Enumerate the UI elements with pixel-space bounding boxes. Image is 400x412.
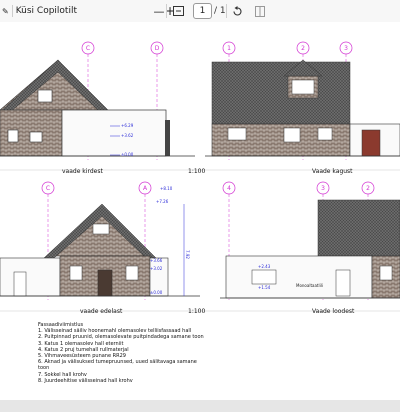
page-total: / 1 xyxy=(214,6,226,16)
axis-label: C xyxy=(46,185,50,192)
notes-item: 8. Juurdeehitise välisseinad hall krohv xyxy=(38,377,133,384)
copilot-icon: ✎ xyxy=(2,6,9,16)
elevation-front: 7.92 +8.10 +7.26 +3.66 +3.02 ±0.00 xyxy=(0,186,200,297)
level-mark: +3.02 xyxy=(150,266,163,271)
level-mark: ±0.00 xyxy=(150,290,163,295)
level-mark: ±0.00 xyxy=(121,152,134,157)
rotate-icon[interactable] xyxy=(229,3,245,19)
axis-label: 1 xyxy=(227,45,231,52)
page-number-input[interactable]: 1 xyxy=(193,3,212,19)
ask-copilot-button[interactable]: ✎ Küsi Copilotilt xyxy=(2,3,77,19)
level-mark: +3.66 xyxy=(150,258,163,263)
elevation-north: +6.29 +3.62 ±0.00 xyxy=(0,59,195,157)
toolbar-divider xyxy=(166,4,167,18)
level-mark: +2.43 xyxy=(258,264,271,269)
copilot-label: Küsi Copilotilt xyxy=(15,6,77,16)
elevation-back xyxy=(205,59,400,157)
viewer-background xyxy=(0,400,400,412)
caption-scale-bottom: 1:100 xyxy=(188,308,206,315)
axis-label: 3 xyxy=(344,45,348,52)
notes-item: 6. Aknad ja välisuksed tumepruunsed, uue… xyxy=(38,359,197,366)
axis-label: 4 xyxy=(227,185,231,192)
caption-front: vaade edelast xyxy=(80,308,123,315)
caption-south: Vaade loodest xyxy=(312,308,355,315)
toolbar-divider-2 xyxy=(226,4,227,18)
axis-label: 2 xyxy=(301,45,305,52)
notes-item: 2. Puitpinnad pruunid, olemasolevate pui… xyxy=(38,334,204,341)
axis-label: A xyxy=(143,185,148,192)
material-label: Monoaltaatlili xyxy=(296,283,323,288)
axis-label: D xyxy=(155,45,160,52)
level-mark: +3.62 xyxy=(121,133,134,138)
two-page-icon[interactable] xyxy=(252,3,268,19)
axis-label: 3 xyxy=(321,185,325,192)
sep-1 xyxy=(11,5,13,17)
caption-back: Vaade kagust xyxy=(312,168,353,175)
axis-label: 2 xyxy=(366,185,370,192)
pdf-page: C D 1 2 3 +6.29 +3.62 ±0.00 C A 4 3 2 7.… xyxy=(0,22,400,400)
axis-label: C xyxy=(86,45,90,52)
fit-page-icon[interactable] xyxy=(170,3,186,19)
elevation-south: +2.43 +1.54 Monoaltaatlili xyxy=(220,199,400,299)
dimension-label: 7.92 xyxy=(185,250,190,259)
facade-notes: Fassaadiviimistlus 1. Välisseinad säiliv… xyxy=(38,322,204,384)
pdf-toolbar: ✎ Küsi Copilotilt — + 1 / 1 xyxy=(0,0,400,23)
level-mark: +1.54 xyxy=(258,285,271,290)
caption-north: vaade kirdest xyxy=(62,168,103,175)
level-mark: +6.29 xyxy=(121,123,134,128)
caption-scale-top: 1:100 xyxy=(188,168,206,175)
level-mark: +7.26 xyxy=(156,199,169,204)
level-mark: +8.10 xyxy=(160,186,173,191)
